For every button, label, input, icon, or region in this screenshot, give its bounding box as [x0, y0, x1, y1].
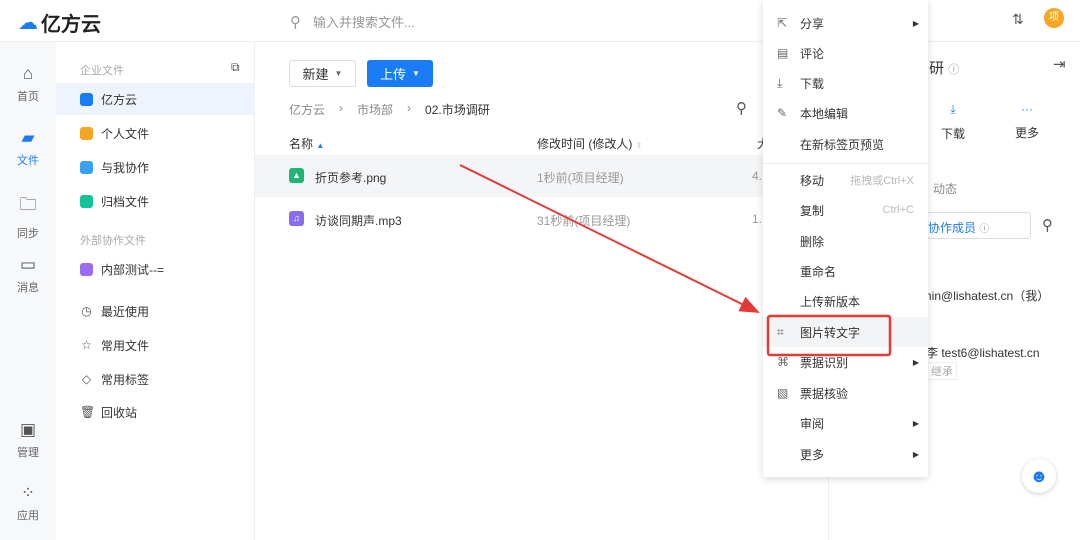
annotation-highlight-box	[766, 314, 892, 357]
annotation-overlay	[459, 164, 892, 357]
annotation-arrow	[459, 164, 760, 313]
